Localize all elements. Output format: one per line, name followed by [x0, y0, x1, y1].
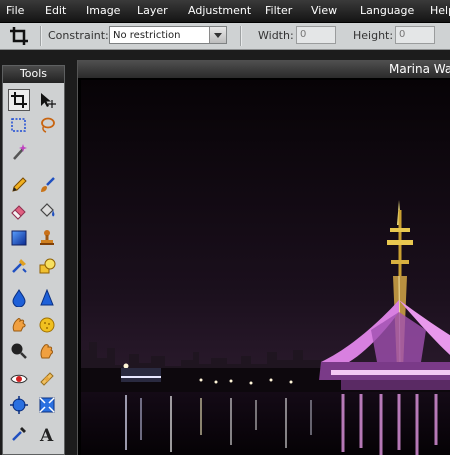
constraint-select[interactable]: No restriction [109, 26, 227, 44]
tool-brush[interactable] [36, 174, 58, 196]
menu-filter[interactable]: Filter [265, 4, 292, 17]
magic-wand-icon [13, 144, 27, 160]
sponge-icon [39, 317, 55, 333]
tool-crop[interactable] [8, 89, 30, 111]
gradient-icon [11, 230, 27, 246]
tool-red-eye[interactable] [8, 368, 30, 390]
svg-text:A: A [39, 426, 54, 443]
menu-edit[interactable]: Edit [45, 4, 66, 17]
tool-color-replace[interactable] [8, 255, 30, 277]
height-input[interactable]: 0 [395, 26, 435, 44]
tool-pencil[interactable] [8, 174, 30, 196]
smudge-icon [12, 318, 26, 332]
pinch-icon [39, 397, 55, 413]
tool-clone-stamp[interactable] [36, 227, 58, 249]
tool-bloat[interactable] [8, 394, 30, 416]
pencil-icon [12, 177, 27, 192]
tool-burn[interactable] [36, 340, 58, 362]
tool-smudge[interactable] [8, 314, 30, 336]
clone-stamp-icon [40, 230, 54, 245]
width-label: Width: [258, 29, 294, 42]
menu-view[interactable]: View [311, 4, 337, 17]
menu-bar: File Edit Image Layer Adjustment Filter … [0, 0, 450, 23]
type-icon: A [39, 426, 54, 443]
tool-color-picker[interactable] [8, 423, 30, 445]
drawing-icon [39, 258, 56, 274]
height-label: Height: [353, 29, 394, 42]
options-divider [240, 26, 242, 46]
document-title: Marina Wa [389, 62, 450, 76]
eraser-icon [11, 205, 26, 220]
menu-image[interactable]: Image [86, 4, 120, 17]
dodge-icon [11, 343, 27, 359]
tools-panel-title: Tools [3, 66, 64, 83]
sharpen-icon [40, 289, 54, 306]
bloat-icon [10, 396, 28, 414]
tool-sponge[interactable] [36, 314, 58, 336]
red-eye-icon [10, 374, 28, 384]
tool-sharpen[interactable] [36, 287, 58, 309]
tool-blur[interactable] [8, 287, 30, 309]
crop-icon [11, 92, 27, 108]
burn-icon [40, 344, 53, 359]
blur-icon [12, 289, 26, 307]
tool-drawing[interactable] [36, 255, 58, 277]
document-title-bar[interactable]: Marina Wa [78, 60, 450, 78]
tool-move[interactable] [36, 89, 58, 111]
document-window: Marina Wa [77, 60, 450, 455]
menu-layer[interactable]: Layer [137, 4, 168, 17]
tool-gradient[interactable] [8, 227, 30, 249]
tool-eraser[interactable] [8, 200, 30, 222]
marquee-icon [11, 118, 26, 132]
canvas-image[interactable] [81, 80, 450, 455]
tool-dodge[interactable] [8, 340, 30, 362]
crop-tool-indicator [8, 25, 34, 47]
width-input[interactable]: 0 [296, 26, 336, 44]
lasso-icon [41, 117, 55, 133]
options-divider [40, 26, 42, 46]
tool-paint-bucket[interactable] [36, 200, 58, 222]
paint-bucket-icon [40, 203, 55, 217]
tool-lasso[interactable] [36, 114, 58, 136]
crop-icon [10, 27, 28, 45]
color-picker-icon [12, 427, 26, 441]
menu-language[interactable]: Language [360, 4, 414, 17]
spot-heal-icon [40, 372, 54, 386]
tool-pinch[interactable] [36, 394, 58, 416]
menu-adjustment[interactable]: Adjustment [188, 4, 251, 17]
chevron-down-icon[interactable] [209, 27, 226, 43]
move-icon [41, 93, 56, 108]
tool-magic-wand[interactable] [8, 141, 30, 163]
color-replace-icon [12, 259, 27, 273]
options-bar: Constraint: No restriction Width: 0 Heig… [0, 23, 450, 50]
tool-type[interactable]: A [36, 423, 58, 445]
menu-help[interactable]: Help [430, 4, 450, 17]
tool-spot-heal[interactable] [36, 368, 58, 390]
tool-marquee[interactable] [8, 114, 30, 136]
constraint-label: Constraint: [48, 29, 109, 42]
menu-file[interactable]: File [6, 4, 24, 17]
tools-panel: Tools A [2, 65, 65, 455]
constraint-value: No restriction [113, 30, 181, 41]
brush-icon [41, 177, 55, 192]
